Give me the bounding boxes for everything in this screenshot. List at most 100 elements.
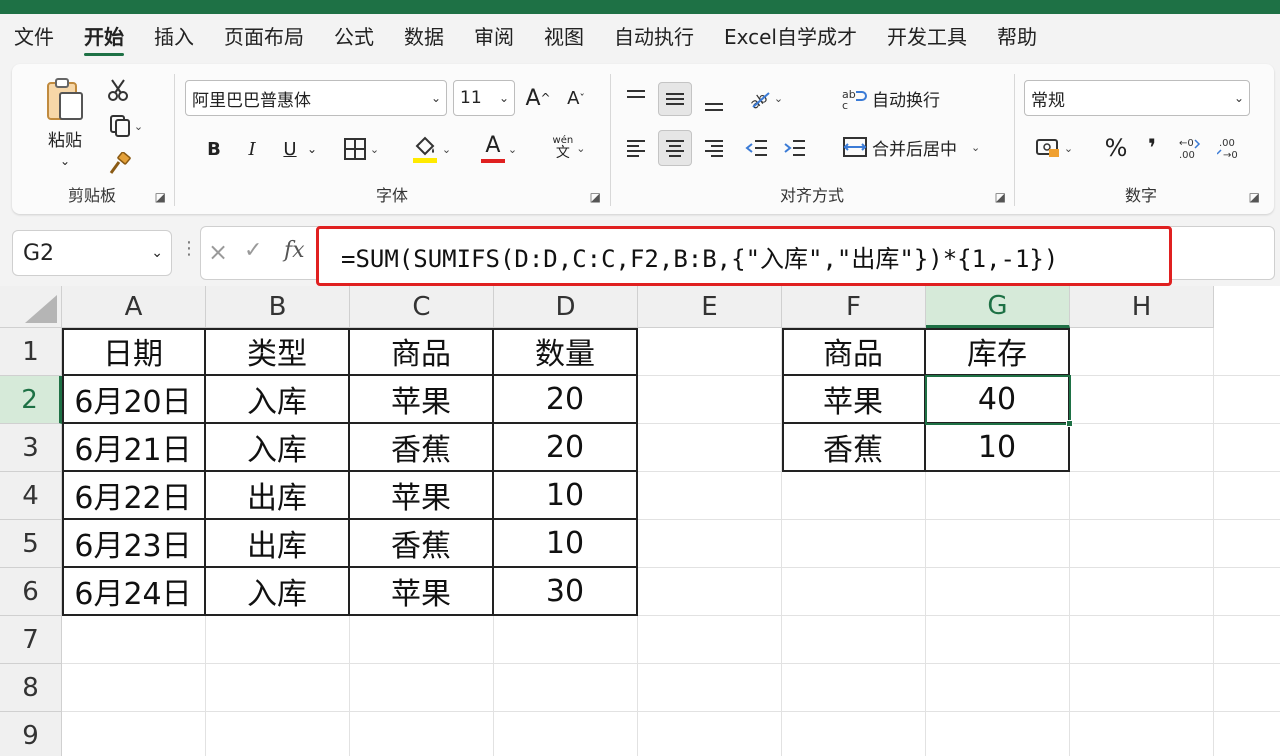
menu-tab-1[interactable]: 文件 <box>14 14 54 60</box>
decrease-decimal-icon[interactable]: .00 →0 <box>1214 132 1248 164</box>
column-header-e[interactable]: E <box>638 286 782 328</box>
select-all-button[interactable] <box>0 286 62 328</box>
font-name-select[interactable]: 阿里巴巴普惠体 ⌄ <box>185 80 447 116</box>
table-cell[interactable]: 香蕉 <box>782 424 926 472</box>
align-bottom-icon[interactable] <box>698 86 730 118</box>
table-cell[interactable]: 6月24日 <box>62 568 206 616</box>
font-color-button[interactable]: A ⌄ <box>471 132 527 166</box>
table-cell[interactable]: 6月21日 <box>62 424 206 472</box>
accounting-format-button[interactable]: ⌄ <box>1028 132 1080 164</box>
bold-button[interactable]: B <box>199 132 229 166</box>
formula-input[interactable]: =SUM(SUMIFS(D:D,C:C,F2,B:B,{"入库","出库"})*… <box>316 226 1172 286</box>
row-header-1[interactable]: 1 <box>0 328 62 376</box>
font-size-select[interactable]: 11 ⌄ <box>453 80 515 116</box>
cancel-icon[interactable]: × <box>208 238 228 266</box>
table-cell[interactable]: 香蕉 <box>350 520 494 568</box>
table-cell[interactable]: 30 <box>494 568 638 616</box>
underline-dropdown-icon[interactable]: ⌄ <box>303 132 321 166</box>
table-cell[interactable]: 20 <box>494 376 638 424</box>
table-cell[interactable]: 10 <box>494 520 638 568</box>
column-header-h[interactable]: H <box>1070 286 1214 328</box>
align-middle-icon[interactable] <box>658 82 692 116</box>
row-header-6[interactable]: 6 <box>0 568 62 616</box>
table-cell[interactable]: 类型 <box>206 328 350 376</box>
table-cell[interactable]: 日期 <box>62 328 206 376</box>
menu-tab-5[interactable]: 公式 <box>334 14 374 60</box>
borders-button[interactable]: ⌄ <box>335 132 387 166</box>
column-header-c[interactable]: C <box>350 286 494 328</box>
align-top-icon[interactable] <box>620 82 652 114</box>
menu-tab-7[interactable]: 审阅 <box>474 14 514 60</box>
increase-indent-icon[interactable] <box>778 132 812 164</box>
comma-style-button[interactable]: ❜ <box>1140 132 1164 164</box>
decrease-indent-icon[interactable] <box>740 132 774 164</box>
fill-color-button[interactable]: ⌄ <box>403 132 459 166</box>
menu-tab-10[interactable]: Excel自学成才 <box>724 14 857 60</box>
row-header-3[interactable]: 3 <box>0 424 62 472</box>
paste-label[interactable]: 粘贴 <box>40 126 90 151</box>
cut-icon[interactable] <box>104 76 132 104</box>
menu-tab-11[interactable]: 开发工具 <box>887 14 967 60</box>
clipboard-launcher-icon[interactable]: ◪ <box>155 190 166 204</box>
row-header-4[interactable]: 4 <box>0 472 62 520</box>
name-box[interactable]: G2 ⌄ <box>12 230 172 276</box>
row-header-9[interactable]: 9 <box>0 712 62 756</box>
insert-function-icon[interactable]: fx <box>284 238 305 263</box>
table-cell[interactable]: 商品 <box>782 328 926 376</box>
fill-handle[interactable] <box>1066 420 1073 427</box>
orientation-icon[interactable]: ab ⌄ <box>740 82 790 114</box>
number-launcher-icon[interactable]: ◪ <box>1249 190 1260 204</box>
table-cell[interactable]: 6月23日 <box>62 520 206 568</box>
table-cell[interactable]: 入库 <box>206 568 350 616</box>
more-options-icon[interactable]: ⋮ <box>180 238 198 259</box>
row-header-5[interactable]: 5 <box>0 520 62 568</box>
percent-button[interactable]: % <box>1100 132 1132 164</box>
table-cell[interactable]: 苹果 <box>782 376 926 424</box>
table-cell[interactable]: 入库 <box>206 424 350 472</box>
phonetic-button[interactable]: wén 文 ⌄ <box>541 130 597 166</box>
table-cell[interactable]: 10 <box>494 472 638 520</box>
increase-font-icon[interactable]: A ^ <box>523 82 553 114</box>
table-cell[interactable]: 苹果 <box>350 568 494 616</box>
active-cell-g2[interactable] <box>925 375 1071 425</box>
column-header-b[interactable]: B <box>206 286 350 328</box>
table-cell[interactable]: 6月20日 <box>62 376 206 424</box>
increase-decimal-icon[interactable]: ←0.00 <box>1174 132 1208 164</box>
menu-tab-4[interactable]: 页面布局 <box>224 14 304 60</box>
table-cell[interactable]: 6月22日 <box>62 472 206 520</box>
table-cell[interactable]: 20 <box>494 424 638 472</box>
format-painter-icon[interactable] <box>104 150 134 178</box>
align-center-icon[interactable] <box>658 130 692 166</box>
align-left-icon[interactable] <box>620 132 652 164</box>
table-cell[interactable]: 香蕉 <box>350 424 494 472</box>
row-header-7[interactable]: 7 <box>0 616 62 664</box>
copy-icon[interactable]: ⌄ <box>102 112 150 140</box>
table-cell[interactable]: 10 <box>926 424 1070 472</box>
row-header-8[interactable]: 8 <box>0 664 62 712</box>
confirm-icon[interactable]: ✓ <box>244 238 262 263</box>
column-header-f[interactable]: F <box>782 286 926 328</box>
alignment-launcher-icon[interactable]: ◪ <box>995 190 1006 204</box>
font-launcher-icon[interactable]: ◪ <box>590 190 601 204</box>
wrap-text-button[interactable]: ab c 自动换行 <box>842 82 962 114</box>
table-cell[interactable]: 库存 <box>926 328 1070 376</box>
table-cell[interactable]: 出库 <box>206 472 350 520</box>
merge-center-button[interactable]: 合并后居中 ⌄ <box>842 130 1002 164</box>
table-cell[interactable]: 商品 <box>350 328 494 376</box>
underline-button[interactable]: U <box>275 132 305 166</box>
column-header-d[interactable]: D <box>494 286 638 328</box>
column-header-g[interactable]: G <box>926 286 1070 328</box>
table-cell[interactable]: 出库 <box>206 520 350 568</box>
menu-tab-6[interactable]: 数据 <box>404 14 444 60</box>
table-cell[interactable]: 入库 <box>206 376 350 424</box>
paste-icon[interactable] <box>40 74 88 124</box>
menu-tab-8[interactable]: 视图 <box>544 14 584 60</box>
align-right-icon[interactable] <box>698 132 730 164</box>
italic-button[interactable]: I <box>237 132 267 166</box>
paste-dropdown-icon[interactable]: ⌄ <box>52 152 78 170</box>
table-cell[interactable]: 苹果 <box>350 472 494 520</box>
table-cell[interactable]: 数量 <box>494 328 638 376</box>
row-header-2[interactable]: 2 <box>0 376 62 424</box>
menu-tab-9[interactable]: 自动执行 <box>614 14 694 60</box>
menu-tab-12[interactable]: 帮助 <box>997 14 1037 60</box>
